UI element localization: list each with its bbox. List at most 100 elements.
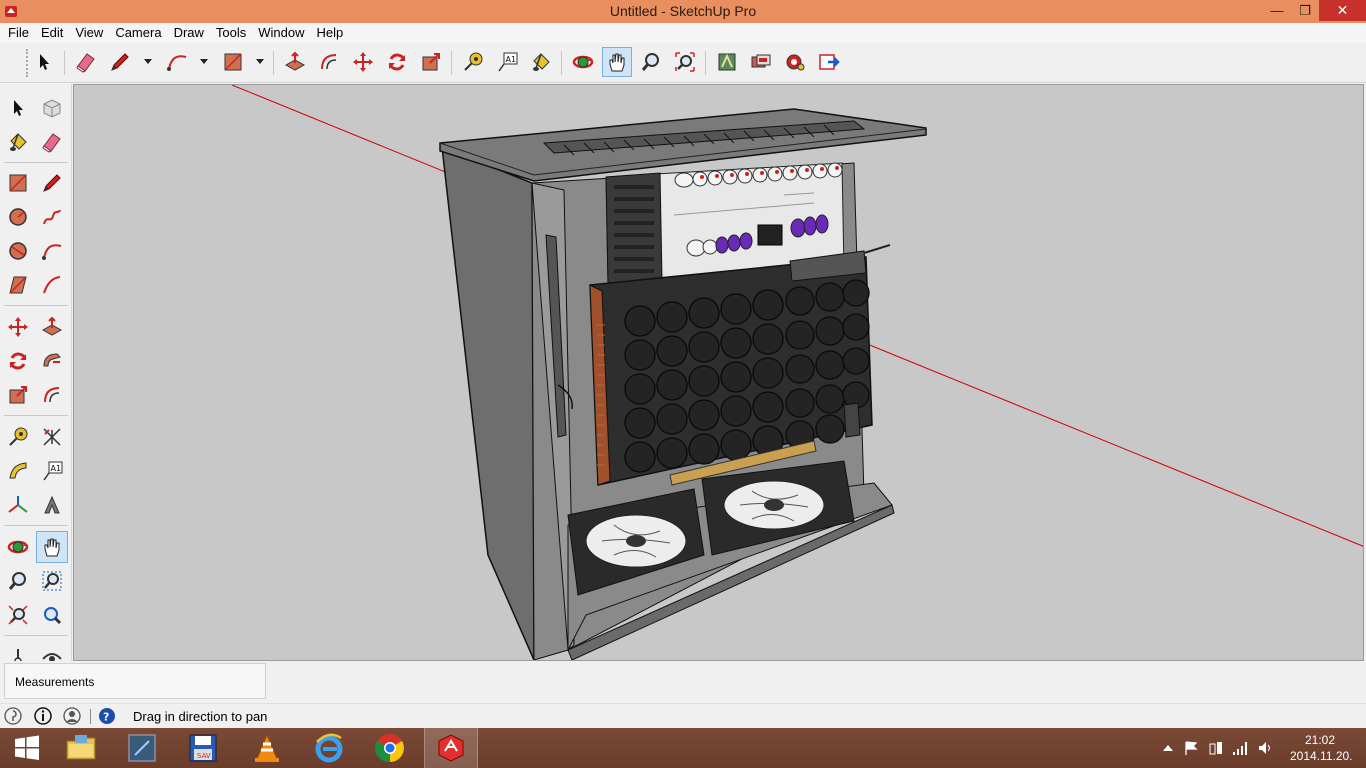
- zoom-extents-tool-button[interactable]: [670, 47, 700, 77]
- menu-help[interactable]: Help: [311, 23, 350, 43]
- instructor-help-icon[interactable]: ?: [98, 707, 116, 725]
- taskbar-app[interactable]: [115, 728, 169, 768]
- pencil-tool-button[interactable]: [105, 47, 135, 77]
- arc-dropdown-arrow[interactable]: [200, 59, 208, 64]
- layout-button[interactable]: [814, 47, 844, 77]
- zoom-extents-tool-button[interactable]: [2, 599, 34, 631]
- rotated-rectangle-tool-button[interactable]: [2, 269, 34, 301]
- protractor-tool-button[interactable]: [2, 455, 34, 487]
- taskbar-vlc[interactable]: [240, 728, 294, 768]
- maximize-button[interactable]: ❐: [1290, 0, 1320, 21]
- network-signal-icon[interactable]: [1232, 740, 1248, 756]
- tray-show-hidden-icon[interactable]: [1160, 740, 1176, 756]
- dimension-tool-button[interactable]: [36, 421, 68, 453]
- look-around-tool-button[interactable]: [36, 640, 68, 661]
- line-tool-button[interactable]: [36, 167, 68, 199]
- make-component-button[interactable]: [36, 92, 68, 124]
- pc-case-model: [439, 108, 927, 660]
- polygon-tool-button[interactable]: [2, 235, 34, 267]
- select-tool-button[interactable]: [29, 47, 59, 77]
- model-viewport[interactable]: [73, 84, 1364, 661]
- geo-location-icon[interactable]: [4, 707, 22, 725]
- rectangle-dropdown-arrow[interactable]: [256, 59, 264, 64]
- 3d-warehouse-button[interactable]: [712, 47, 742, 77]
- menu-bar: File Edit View Camera Draw Tools Window …: [0, 23, 1366, 43]
- orbit-tool-button[interactable]: [2, 531, 34, 563]
- offset-tool-button[interactable]: [36, 379, 68, 411]
- select-tool-button[interactable]: [2, 92, 34, 124]
- text-tool-button[interactable]: A1: [492, 47, 522, 77]
- rotate-tool-button[interactable]: [382, 47, 412, 77]
- 3d-text-tool-button[interactable]: [36, 489, 68, 521]
- taskbar-internet-explorer[interactable]: [302, 728, 356, 768]
- menu-camera[interactable]: Camera: [109, 23, 167, 43]
- move-tool-button[interactable]: [348, 47, 378, 77]
- zoom-icon: [641, 53, 659, 71]
- scale-tool-button[interactable]: [2, 379, 34, 411]
- freehand-tool-button[interactable]: [36, 201, 68, 233]
- start-button[interactable]: [0, 728, 54, 768]
- two-point-arc-tool-button[interactable]: [36, 269, 68, 301]
- paint-bucket-tool-button[interactable]: [526, 47, 556, 77]
- close-button[interactable]: ✕: [1319, 0, 1366, 21]
- tape-measure-tool-button[interactable]: [2, 421, 34, 453]
- text-tool-button[interactable]: A1: [36, 455, 68, 487]
- zoom-window-tool-button[interactable]: [36, 565, 68, 597]
- measurements-input[interactable]: [109, 670, 265, 694]
- position-camera-tool-button[interactable]: [2, 640, 34, 661]
- eraser-tool-button[interactable]: [36, 126, 68, 158]
- rectangle-tool-button[interactable]: [2, 167, 34, 199]
- menu-window[interactable]: Window: [252, 23, 310, 43]
- push-pull-tool-button[interactable]: [280, 47, 310, 77]
- axes-tool-button[interactable]: [2, 489, 34, 521]
- previous-view-tool-button[interactable]: [36, 599, 68, 631]
- pan-tool-button[interactable]: [602, 47, 632, 77]
- eraser-tool-button[interactable]: [71, 47, 101, 77]
- orbit-tool-button[interactable]: [568, 47, 598, 77]
- components-button[interactable]: [780, 47, 810, 77]
- taskbar-clock[interactable]: 21:02 2014.11.20.: [1290, 732, 1353, 764]
- toolbar-separator: [561, 51, 562, 75]
- follow-me-tool-button[interactable]: [36, 345, 68, 377]
- taskbar-chrome[interactable]: [363, 728, 417, 768]
- rotate-tool-button[interactable]: [2, 345, 34, 377]
- palette-separator: [4, 162, 68, 163]
- menu-view[interactable]: View: [69, 23, 109, 43]
- sign-in-user-icon[interactable]: [63, 707, 81, 725]
- taskbar-file-explorer[interactable]: [54, 728, 108, 768]
- pencil-dropdown-arrow[interactable]: [144, 59, 152, 64]
- taskbar-save-disk[interactable]: SAV: [176, 728, 230, 768]
- paint-bucket-tool-button[interactable]: [2, 126, 34, 158]
- action-center-flag-icon[interactable]: [1183, 740, 1199, 756]
- offset-icon: [321, 54, 337, 70]
- minimize-button[interactable]: —: [1262, 0, 1292, 21]
- make-component-icon: [43, 99, 61, 118]
- credits-icon[interactable]: [34, 707, 52, 725]
- circle-tool-button[interactable]: [2, 201, 34, 233]
- push-pull-tool-button[interactable]: [36, 311, 68, 343]
- model-canvas[interactable]: [74, 85, 1364, 661]
- scale-tool-button[interactable]: [416, 47, 446, 77]
- arc-tool-button[interactable]: [162, 47, 192, 77]
- menu-draw[interactable]: Draw: [168, 23, 210, 43]
- rectangle-tool-button[interactable]: [218, 47, 248, 77]
- paint-bucket-icon: [10, 133, 27, 151]
- tape-measure-tool-button[interactable]: [458, 47, 488, 77]
- taskbar-sketchup[interactable]: [424, 728, 478, 768]
- offset-tool-button[interactable]: [314, 47, 344, 77]
- window-title: Untitled - SketchUp Pro: [609, 3, 757, 19]
- menu-file[interactable]: File: [2, 23, 35, 43]
- menu-edit[interactable]: Edit: [35, 23, 69, 43]
- volume-speaker-icon[interactable]: [1257, 740, 1273, 756]
- zoom-tool-button[interactable]: [636, 47, 666, 77]
- chrome-icon: [375, 734, 404, 763]
- move-tool-button[interactable]: [2, 311, 34, 343]
- extension-warehouse-button[interactable]: [746, 47, 776, 77]
- pan-tool-button[interactable]: [36, 531, 68, 563]
- zoom-tool-button[interactable]: [2, 565, 34, 597]
- arc-tool-button[interactable]: [36, 235, 68, 267]
- battery-power-icon[interactable]: [1208, 740, 1224, 756]
- pencil-icon: [43, 174, 61, 192]
- menu-tools[interactable]: Tools: [210, 23, 252, 43]
- paint-bucket-icon: [533, 53, 550, 71]
